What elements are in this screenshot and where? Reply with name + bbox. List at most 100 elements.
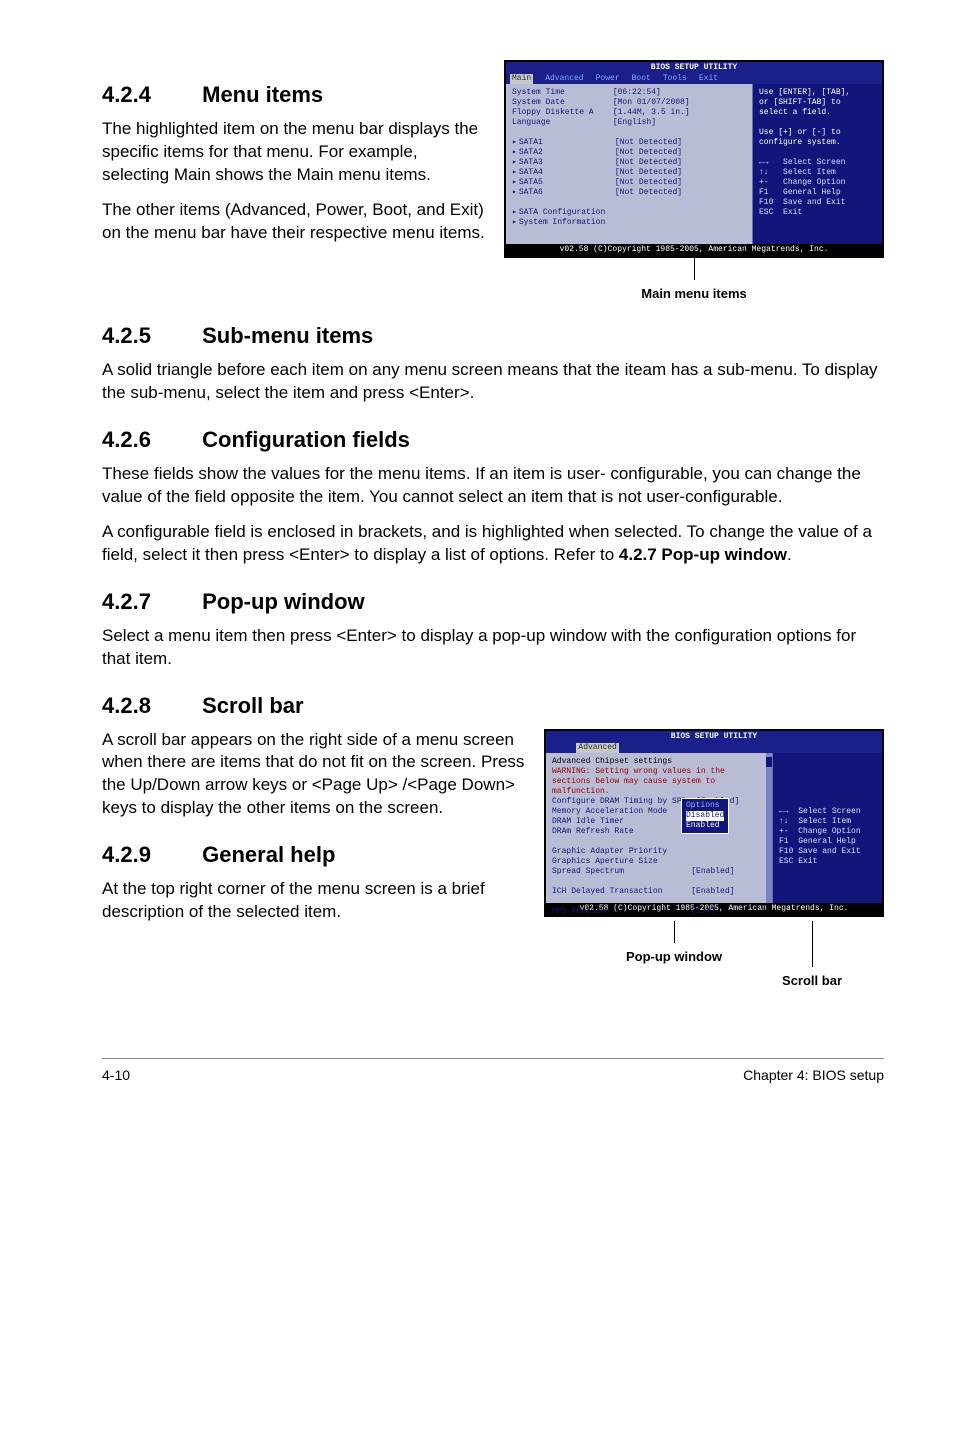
key-desc: Change Option [798,827,860,836]
field-label: Spread Spectrum [552,867,624,876]
bios-screenshot-main: BIOS SETUP UTILITY Main Advanced Power B… [504,60,884,258]
field-label: System Date [512,98,565,107]
submenu-item: System Information [519,218,605,227]
key-desc: Exit [783,208,802,217]
key-desc: Select Item [783,168,836,177]
key-desc: Save and Exit [783,198,845,207]
heading-title: Menu items [202,82,323,107]
key: F1 [779,837,789,846]
heading-num: 4.2.7 [102,589,196,615]
field-value: [English] [613,118,656,127]
heading-num: 4.2.5 [102,323,196,349]
field-value: [Enabled] [691,887,734,896]
heading-num: 4.2.9 [102,842,196,868]
field-label: Graphics Aperture Size [552,857,658,866]
help-line: select a field. [759,108,876,118]
field-label: Language [512,118,550,127]
field-label: MPS Revision [552,907,610,916]
field-value: [Not Detected] [615,178,682,187]
bios-title: BIOS SETUP UTILITY [506,62,882,74]
popup-option: Enabled [686,821,724,831]
paragraph: A solid triangle before each item on any… [102,359,884,405]
key: +- [779,827,789,836]
key: ←→ [779,807,789,816]
field-label: SATA6 [519,188,543,197]
menu-tab: Advanced [576,743,618,753]
field-label: SATA4 [519,168,543,177]
key-desc: General Help [783,188,841,197]
heading-424: 4.2.4 Menu items [102,82,486,108]
panel-heading: Advanced Chipset settings [552,757,766,767]
text-run-strong: 4.2.7 Pop-up window [619,545,787,564]
heading-num: 4.2.8 [102,693,196,719]
heading-num: 4.2.4 [102,82,196,108]
field-label: Graphic Adapter Priority [552,847,667,856]
field-value: [Not Detected] [615,168,682,177]
figure-caption: Scroll bar [782,973,842,988]
menu-tab: Main [510,74,533,84]
paragraph: At the top right corner of the menu scre… [102,878,526,924]
page-footer: 4-10 Chapter 4: BIOS setup [102,1059,884,1123]
key: ←→ [759,158,769,167]
field-value: [06:22:54] [613,88,661,97]
key: F10 [759,198,773,207]
field-value: [Enabled] [691,867,734,876]
heading-title: General help [202,842,335,867]
heading-426: 4.2.6 Configuration fields [102,427,884,453]
paragraph: These fields show the values for the men… [102,463,884,509]
bios-popup: Options Disabled Enabled [681,798,729,834]
field-label: SATA5 [519,178,543,187]
key-desc: Select Screen [783,158,845,167]
field-value: [Not Detected] [615,138,682,147]
key: F10 [779,847,793,856]
key-desc: Save and Exit [798,847,860,856]
popup-title: Options [686,801,724,811]
field-label: ICH Delayed Transaction [552,887,662,896]
heading-429: 4.2.9 General help [102,842,526,868]
menu-tab: Power [596,74,620,84]
key: ↑↓ [759,168,769,177]
paragraph: The highlighted item on the menu bar dis… [102,118,486,187]
key-desc: General Help [798,837,856,846]
bios-menubar: Main Advanced Power Boot Tools Exit [506,74,882,84]
bios-main-panel: Advanced Chipset settings WARNING: Setti… [546,753,772,903]
field-value: [1.44M, 3.5 in.] [613,108,690,117]
bios-menubar: Advanced [546,743,882,753]
menu-tab: Advanced [545,74,583,84]
key-desc: Select Item [798,817,851,826]
paragraph: A scroll bar appears on the right side o… [102,729,526,821]
menu-tab: Exit [699,74,718,84]
help-line: Use [ENTER], [TAB], [759,88,876,98]
figure-caption: Pop-up window [626,949,722,964]
key: ↑↓ [779,817,789,826]
heading-428: 4.2.8 Scroll bar [102,693,884,719]
menu-tab: Tools [663,74,687,84]
popup-option: Disabled [686,811,724,821]
field-label: Floppy Diskette A [512,108,594,117]
bios-copyright: v02.58 (C)Copyright 1985-2005, American … [506,244,882,256]
field-label: DRAm Refresh Rate [552,827,634,836]
field-label: SATA1 [519,138,543,147]
callout-line [674,921,675,943]
callout-line [812,921,813,967]
field-label: Configure DRAM Timing by SPD [552,797,686,806]
key: F1 [759,188,769,197]
key: ESC [779,857,793,866]
heading-title: Scroll bar [202,693,303,718]
bios-main-panel: System Time [06:22:54] System Date [Mon … [506,84,752,244]
menu-tab: Boot [632,74,651,84]
key-desc: Select Screen [798,807,860,816]
paragraph: Select a menu item then press <Enter> to… [102,625,884,671]
heading-title: Pop-up window [202,589,365,614]
chapter-label: Chapter 4: BIOS setup [743,1067,884,1083]
field-value: [Mon 01/07/2008] [613,98,690,107]
paragraph: A configurable field is enclosed in brac… [102,521,884,567]
bios-scrollbar [766,753,772,903]
field-value: [Not Detected] [615,148,682,157]
key-desc: Exit [798,857,817,866]
help-line: configure system. [759,138,876,148]
paragraph: The other items (Advanced, Power, Boot, … [102,199,486,245]
heading-title: Sub-menu items [202,323,373,348]
field-label: Memory Acceleration Mode [552,807,667,816]
key-desc: Change Option [783,178,845,187]
